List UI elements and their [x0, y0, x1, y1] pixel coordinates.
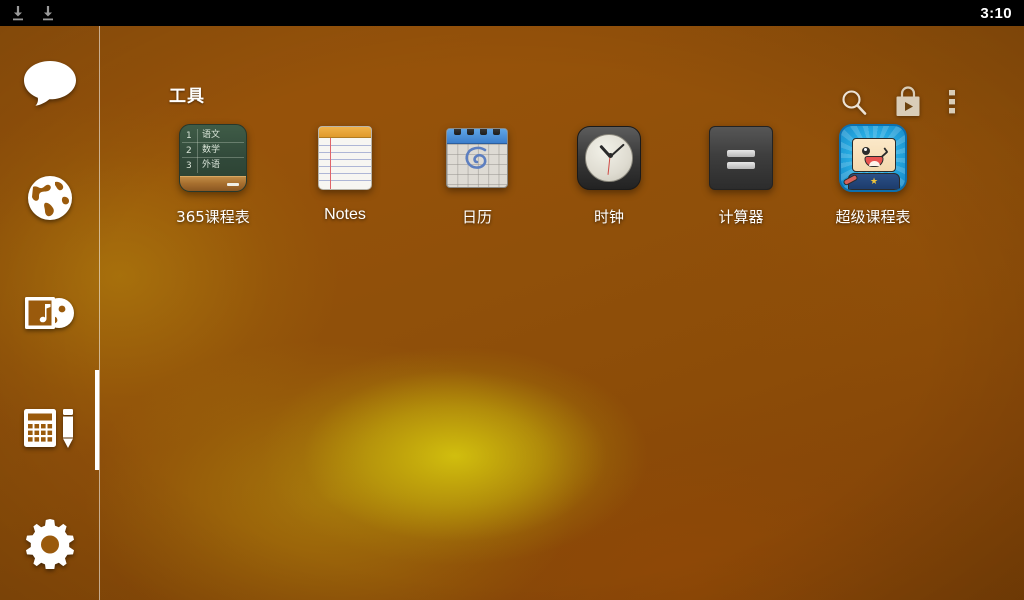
sidebar-item-settings[interactable]	[0, 485, 99, 600]
status-notifications[interactable]	[0, 3, 58, 23]
search-icon	[840, 88, 868, 116]
app-item-calculator[interactable]: 计算器	[675, 122, 807, 227]
app-label-calendar: 日历	[461, 208, 492, 226]
sidebar-item-media[interactable]	[0, 256, 99, 371]
app-drawer-header: 工具	[99, 26, 1024, 116]
gear-icon	[24, 517, 76, 569]
app-item-schedule365[interactable]: 1 语文 2 数学 3 外语 365课程表	[147, 122, 279, 227]
board-row-2-subject: 外语	[202, 160, 221, 170]
blackboard-icon: 1 语文 2 数学 3 外语	[177, 122, 249, 194]
calculator-icon	[705, 122, 777, 194]
app-label-calculator: 计算器	[718, 208, 764, 226]
content-area: 工具 1 语文 2 数学 3 外语 365课程表 Notes 日历 时钟 计算器…	[99, 26, 1024, 600]
board-row-1-num: 2	[186, 146, 192, 156]
music-photo-icon	[23, 289, 77, 337]
app-grid: 1 语文 2 数学 3 外语 365课程表 Notes 日历 时钟 计算器 ★ …	[99, 122, 1024, 227]
notepad-icon	[309, 122, 381, 194]
overflow-menu-icon	[948, 88, 956, 116]
play-store-bag-icon	[893, 86, 923, 118]
app-label-superclass: 超级课程表	[835, 208, 911, 226]
play-store-button[interactable]	[893, 86, 923, 118]
winking-face-icon: ★	[837, 122, 909, 194]
app-label-notes: Notes	[324, 206, 366, 223]
globe-icon	[25, 173, 75, 223]
sidebar	[0, 26, 99, 600]
app-item-calendar[interactable]: 日历	[411, 122, 543, 227]
status-clock: 3:10	[980, 4, 1012, 22]
page-title: 工具	[169, 86, 205, 107]
download-icon-1	[8, 3, 28, 23]
calculator-pencil-icon	[22, 404, 78, 452]
launcher-screen: 3:10 工具 1 语文 2 数学 3 外语 365课程表 Notes 日历 时…	[0, 0, 1024, 600]
calendar-swirl-glyph	[465, 146, 487, 169]
app-label-clock: 时钟	[593, 208, 624, 226]
board-row-2-num: 3	[186, 161, 192, 171]
board-row-0-subject: 语文	[202, 130, 221, 140]
sidebar-item-browser[interactable]	[0, 141, 99, 256]
app-item-notes[interactable]: Notes	[279, 122, 411, 227]
overflow-menu-button[interactable]	[948, 88, 956, 116]
app-item-superclass[interactable]: ★ 超级课程表	[807, 122, 939, 227]
app-label-schedule365: 365课程表	[176, 208, 250, 226]
board-row-1-subject: 数学	[202, 145, 221, 155]
sidebar-item-messaging[interactable]	[0, 26, 99, 141]
header-actions	[840, 86, 956, 118]
speech-bubble-icon	[22, 59, 78, 107]
status-bar[interactable]: 3:10	[0, 0, 1024, 26]
board-row-0-num: 1	[186, 131, 192, 141]
calendar-icon	[441, 122, 513, 194]
search-button[interactable]	[840, 88, 868, 116]
sidebar-item-tools[interactable]	[0, 370, 99, 485]
analog-clock-icon	[573, 122, 645, 194]
app-item-clock[interactable]: 时钟	[543, 122, 675, 227]
download-icon-2	[38, 3, 58, 23]
